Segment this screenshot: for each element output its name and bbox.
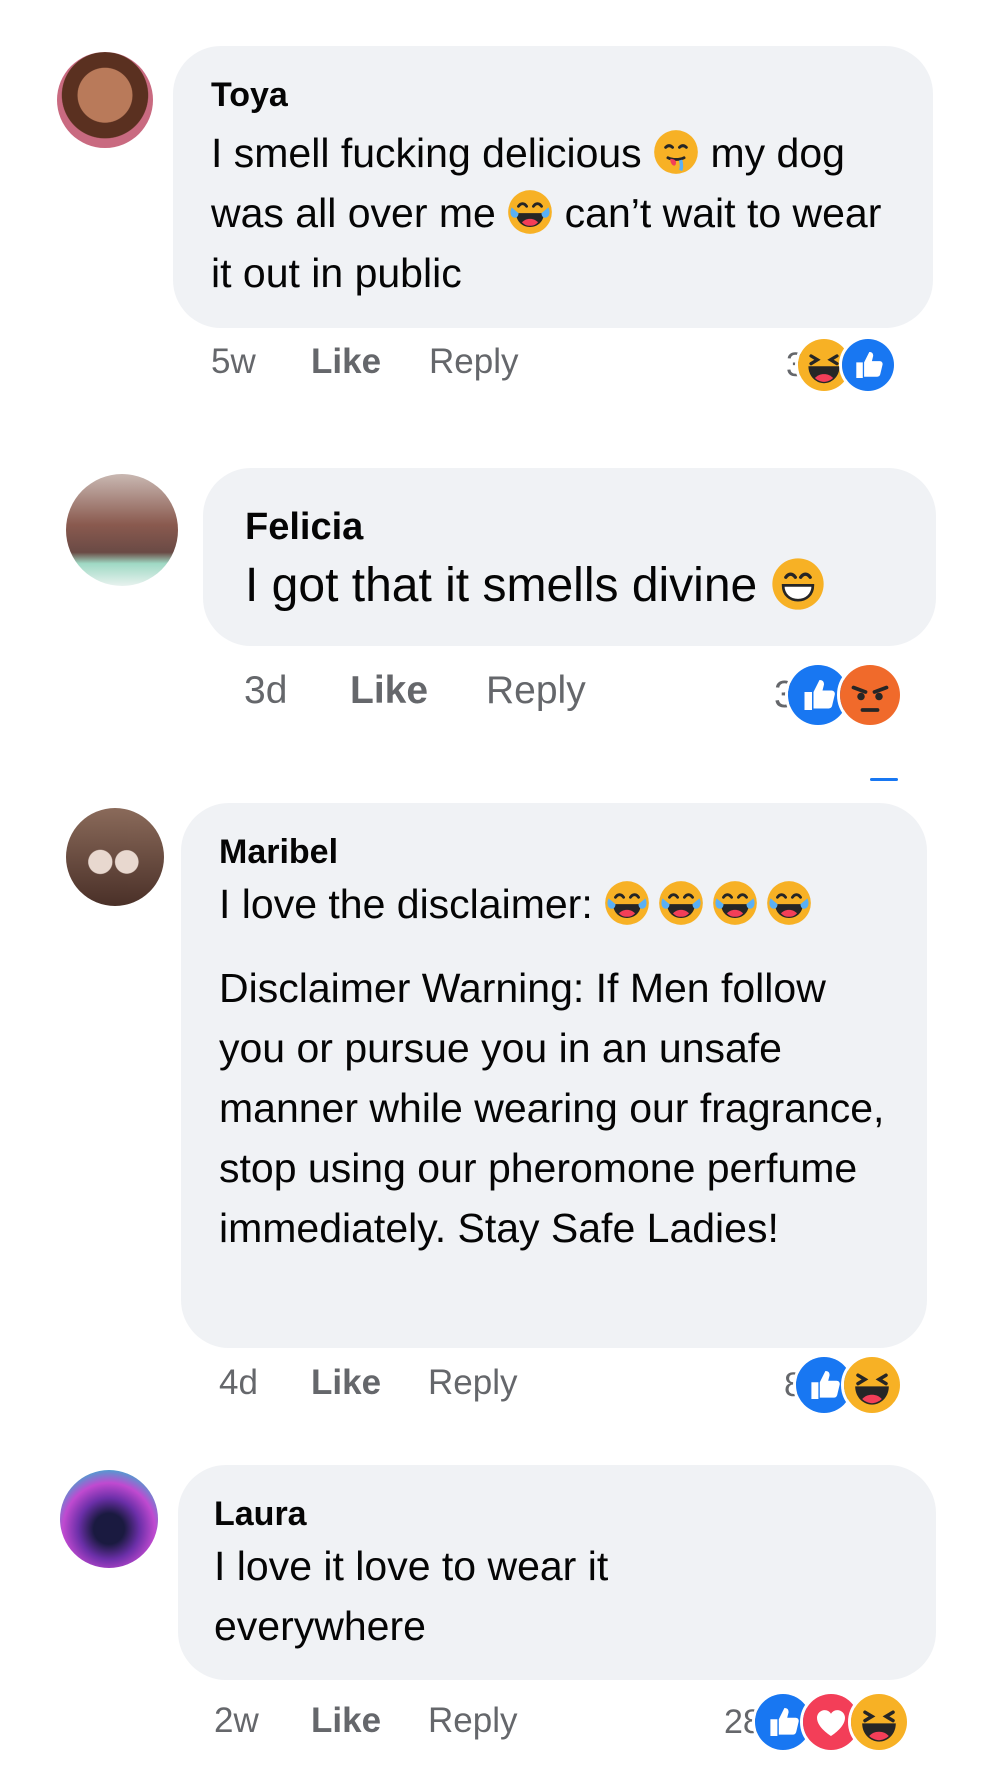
comment-text: I love it love to wear it everywhere	[214, 1543, 609, 1649]
haha-icon	[847, 1691, 910, 1753]
comment-laura: Laura I love it love to wear it everywhe…	[0, 0, 1000, 1778]
comment-actions: 2w Like Reply	[214, 1701, 517, 1741]
like-button[interactable]: Like	[311, 1701, 428, 1741]
reactions-summary[interactable]: 28	[724, 1691, 910, 1753]
comment-bubble: Laura I love it love to wear it everywhe…	[178, 1465, 936, 1680]
comment-time[interactable]: 2w	[214, 1701, 311, 1741]
avatar[interactable]	[60, 1470, 158, 1568]
comment-author[interactable]: Laura	[214, 1495, 900, 1534]
reply-button[interactable]: Reply	[428, 1701, 517, 1741]
